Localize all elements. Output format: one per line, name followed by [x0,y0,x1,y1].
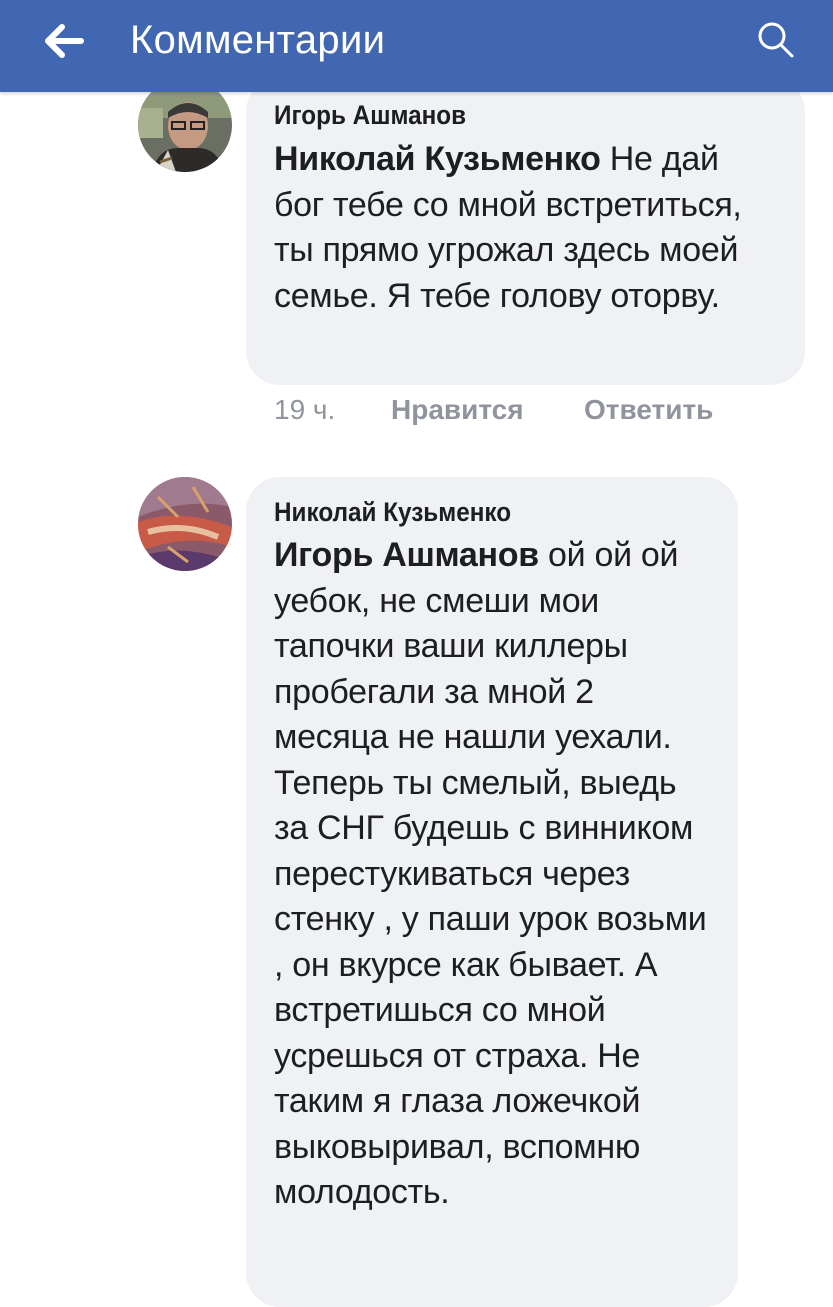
comment-bubble: Игорь Ашманов Николай Кузьменко Не дай б… [246,78,805,385]
reply-button[interactable]: Ответить [584,393,713,427]
comment-time[interactable]: 19 ч. [274,394,335,425]
comment-author[interactable]: Николай Кузьменко [274,495,666,529]
comment-body: ой ой ой уебок, не смеши мои тапочки ваш… [274,536,707,1211]
avatar-painting [138,477,232,571]
avatar-photo [138,78,232,172]
mention-link[interactable]: Николай Кузьменко [274,140,601,178]
page-title: Комментарии [130,18,386,62]
comment-bubble: Николай Кузьменко Игорь Ашманов ой ой ой… [246,477,738,1307]
comment-actions: 19 ч. Нравится Ответить [274,393,713,427]
comment-text: Игорь Ашманов ой ой ой уебок, не смеши м… [274,533,710,1216]
avatar[interactable] [138,477,232,571]
comment-text: Николай Кузьменко Не дай бог тебе со мно… [274,137,777,319]
arrow-left-icon [45,24,84,58]
back-button[interactable] [34,16,94,66]
search-button[interactable] [748,12,804,68]
avatar[interactable] [138,78,232,172]
search-icon [758,22,794,58]
mention-link[interactable]: Игорь Ашманов [274,536,539,574]
like-button[interactable]: Нравится [391,393,524,427]
app-header: Комментарии [0,0,833,92]
comment-author[interactable]: Игорь Ашманов [274,98,727,132]
